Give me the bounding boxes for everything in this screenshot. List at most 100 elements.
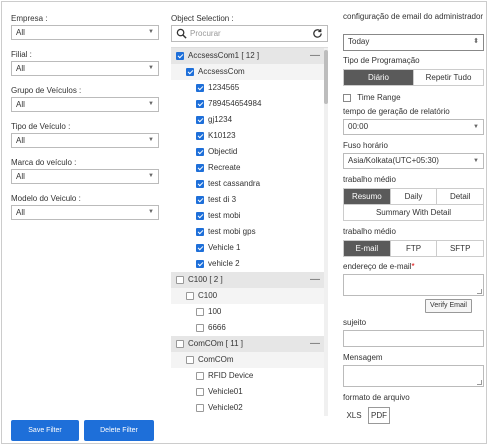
refresh-icon[interactable] <box>312 28 323 39</box>
tree-item-row[interactable]: test cassandra <box>171 176 328 192</box>
tree-item-label: 100 <box>208 307 222 316</box>
delivery-email-option[interactable]: E-mail <box>344 241 391 256</box>
tree-checkbox[interactable] <box>196 84 204 92</box>
grupo-label: Grupo de Veículos : <box>11 86 82 95</box>
save-filter-button[interactable]: Save Filter <box>11 420 79 441</box>
tree-checkbox[interactable] <box>196 164 204 172</box>
tree-item-row[interactable]: gj1234 <box>171 112 328 128</box>
tree-checkbox[interactable] <box>196 372 204 380</box>
tipo-select[interactable]: All ▼ <box>11 133 159 148</box>
tree-checkbox[interactable] <box>176 340 184 348</box>
modelo-label: Modelo do Veiculo : <box>11 194 81 203</box>
format-pdf-option[interactable]: PDF <box>368 407 390 424</box>
filial-label: Filial : <box>11 50 32 59</box>
object-search-box[interactable]: Procurar <box>171 25 328 42</box>
tree-item-label: RFID Device <box>208 371 254 380</box>
tree-subgroup-row[interactable]: AccsessCom <box>171 64 328 80</box>
tree-item-row[interactable]: vehicle 2 <box>171 256 328 272</box>
tree-item-row[interactable]: 1234565 <box>171 80 328 96</box>
schedule-repeat-option[interactable]: Repetir Tudo <box>414 70 483 85</box>
delete-filter-button[interactable]: Delete Filter <box>84 420 154 441</box>
subject-label: sujeito <box>343 318 367 327</box>
tree-checkbox[interactable] <box>186 292 194 300</box>
verify-email-button[interactable]: Verify Email <box>425 299 472 313</box>
gen-time-select[interactable]: 00:00 ▼ <box>343 119 484 135</box>
tree-checkbox[interactable] <box>196 388 204 396</box>
tree-checkbox[interactable] <box>196 132 204 140</box>
tree-checkbox[interactable] <box>196 308 204 316</box>
tree-item-label: AccsessCom <box>198 67 245 76</box>
tree-item-row[interactable]: test mobi <box>171 208 328 224</box>
tree-item-row[interactable]: K10123 <box>171 128 328 144</box>
tree-item-row[interactable]: 6666 <box>171 320 328 336</box>
work-summary-option[interactable]: Resumo <box>344 189 390 204</box>
tree-item-label: C100 [ 2 ] <box>188 275 223 284</box>
tipo-label: Tipo de Veículo : <box>11 122 71 131</box>
subject-field[interactable] <box>343 330 484 347</box>
time-range-checkbox[interactable] <box>343 93 351 102</box>
tree-checkbox[interactable] <box>196 404 204 412</box>
timezone-select[interactable]: Asia/Kolkata(UTC+05:30) ▼ <box>343 153 484 169</box>
delivery-sftp-option[interactable]: SFTP <box>437 241 484 256</box>
tree-item-row[interactable]: Objectid <box>171 144 328 160</box>
work-detail-option[interactable]: Detail <box>436 189 483 204</box>
tree-checkbox[interactable] <box>186 68 194 76</box>
tree-checkbox[interactable] <box>196 212 204 220</box>
tree-checkbox[interactable] <box>176 276 184 284</box>
tree-checkbox[interactable] <box>196 324 204 332</box>
gen-time-label: tempo de geração de relatório <box>343 107 450 116</box>
tree-item-label: ComCOm [ 11 ] <box>188 339 243 348</box>
tree-checkbox[interactable] <box>196 228 204 236</box>
email-config-select[interactable]: Today ⬍ <box>343 34 484 51</box>
tree-item-label: Vehicle 1 <box>208 243 241 252</box>
tree-subgroup-row[interactable]: C100 <box>171 288 328 304</box>
tree-item-row[interactable]: 789454654984 <box>171 96 328 112</box>
tree-item-row[interactable]: test di 3 <box>171 192 328 208</box>
schedule-label: Tipo de Programação <box>343 56 420 65</box>
grupo-select[interactable]: All ▼ <box>11 97 159 112</box>
collapse-icon[interactable]: — <box>310 272 320 288</box>
tree-item-row[interactable]: Recreate <box>171 160 328 176</box>
tree-item-row[interactable]: Vehicle02 <box>171 400 328 416</box>
tree-checkbox[interactable] <box>196 116 204 124</box>
work-daily-option[interactable]: Daily <box>389 189 437 204</box>
tree-checkbox[interactable] <box>176 52 184 60</box>
filial-select[interactable]: All ▼ <box>11 61 159 76</box>
modelo-value: All <box>16 208 25 217</box>
collapse-icon[interactable]: — <box>310 48 320 64</box>
tree-group-row[interactable]: ComCOm [ 11 ] — <box>171 336 328 352</box>
message-field[interactable] <box>343 365 484 387</box>
tree-item-row[interactable]: test mobi gps <box>171 224 328 240</box>
tree-checkbox[interactable] <box>196 148 204 156</box>
tree-scrollbar[interactable] <box>324 48 328 416</box>
filter-column: Empresa : All ▼ Filial : All ▼ Grupo de … <box>11 14 159 230</box>
tree-checkbox[interactable] <box>196 244 204 252</box>
delivery-ftp-option[interactable]: FTP <box>390 241 438 256</box>
chevron-down-icon: ▼ <box>148 29 154 35</box>
schedule-daily-option[interactable]: Diário <box>344 70 414 85</box>
tree-checkbox[interactable] <box>196 196 204 204</box>
tree-checkbox[interactable] <box>196 100 204 108</box>
resize-grip-icon[interactable] <box>477 380 482 385</box>
tree-item-label: test mobi <box>208 211 241 220</box>
tree-item-row[interactable]: Vehicle 1 <box>171 240 328 256</box>
tree-item-label: 6666 <box>208 323 226 332</box>
tree-checkbox[interactable] <box>186 356 194 364</box>
collapse-icon[interactable]: — <box>310 336 320 352</box>
tree-checkbox[interactable] <box>196 180 204 188</box>
tree-checkbox[interactable] <box>196 260 204 268</box>
tree-group-row[interactable]: AccsessCom1 [ 12 ] — <box>171 48 328 64</box>
resize-grip-icon[interactable] <box>477 289 482 294</box>
empresa-select[interactable]: All ▼ <box>11 25 159 40</box>
tree-item-row[interactable]: RFID Device <box>171 368 328 384</box>
tree-scrollbar-thumb[interactable] <box>324 50 328 104</box>
tree-item-row[interactable]: Vehicle01 <box>171 384 328 400</box>
format-xls-option[interactable]: XLS <box>343 407 365 424</box>
tree-group-row[interactable]: C100 [ 2 ] — <box>171 272 328 288</box>
marca-select[interactable]: All ▼ <box>11 169 159 184</box>
email-address-field[interactable] <box>343 274 484 296</box>
tree-item-row[interactable]: 100 <box>171 304 328 320</box>
modelo-select[interactable]: All ▼ <box>11 205 159 220</box>
work-summary-detail-option[interactable]: Summary With Detail <box>344 205 483 220</box>
tree-subgroup-row[interactable]: ComCOm <box>171 352 328 368</box>
